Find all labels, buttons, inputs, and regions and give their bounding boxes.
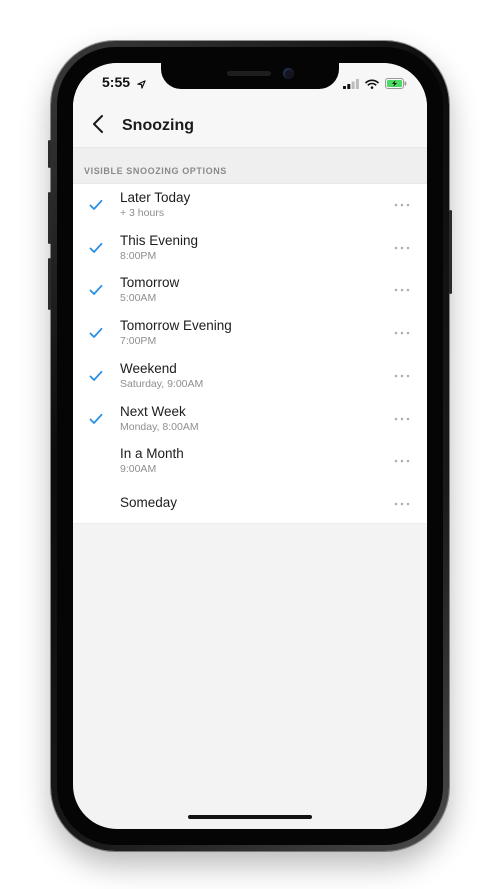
snooze-option-subtitle: 9:00AM — [120, 463, 157, 476]
snooze-option-title: Tomorrow Evening — [120, 318, 232, 334]
snooze-option-subtitle: + 3 hours — [120, 207, 165, 219]
more-options-icon[interactable] — [389, 326, 415, 340]
front-camera — [283, 68, 294, 79]
snooze-option-title: Tomorrow — [120, 275, 180, 291]
checkmark-icon — [89, 198, 103, 210]
volume-up-button — [48, 192, 51, 244]
status-icons — [343, 76, 407, 94]
home-indicator[interactable] — [188, 815, 312, 819]
power-button — [449, 210, 452, 294]
snooze-option-title: Next Week — [120, 403, 186, 419]
snooze-option-row[interactable]: Weekend Saturday, 9:00AM — [73, 355, 427, 398]
chevron-left-icon — [92, 114, 104, 139]
snooze-option-row[interactable]: Someday — [73, 483, 427, 526]
checkmark-icon — [89, 369, 103, 381]
section-header-label: VISIBLE SNOOZING OPTIONS — [84, 166, 227, 176]
section-header: VISIBLE SNOOZING OPTIONS — [73, 147, 427, 183]
snooze-option-subtitle: 7:00PM — [120, 335, 157, 348]
snooze-option-row[interactable]: Tomorrow Evening 7:00PM — [73, 312, 427, 355]
snooze-option-row[interactable]: Next Week Monday, 8:00AM — [73, 398, 427, 441]
more-options-icon[interactable] — [389, 198, 415, 212]
wifi-icon — [365, 76, 379, 94]
snooze-option-subtitle: 5:00AM — [120, 292, 157, 305]
snooze-option-subtitle: Saturday, 9:00AM — [120, 377, 204, 390]
more-options-icon[interactable] — [389, 497, 415, 511]
checkmark-icon — [89, 326, 103, 338]
more-options-icon[interactable] — [389, 412, 415, 426]
location-arrow-icon — [137, 76, 146, 94]
snooze-option-subtitle: Monday, 8:00AM — [120, 420, 199, 433]
more-options-icon[interactable] — [389, 454, 415, 468]
snooze-option-title: Later Today — [120, 190, 191, 205]
speaker-grille — [227, 71, 271, 76]
navigation-bar: Snoozing — [73, 107, 427, 147]
snooze-option-title: This Evening — [120, 232, 199, 248]
more-options-icon[interactable] — [389, 283, 415, 297]
snooze-option-row[interactable]: Tomorrow 5:00AM — [73, 269, 427, 312]
volume-down-button — [48, 258, 51, 310]
status-time: 5:55 — [102, 74, 131, 90]
snooze-option-title: Someday — [120, 494, 178, 510]
checkmark-icon — [89, 283, 103, 296]
battery-charging-icon — [385, 76, 407, 94]
notch — [161, 63, 339, 89]
cellular-signal-icon — [343, 76, 359, 94]
checkmark-icon — [89, 412, 103, 424]
snooze-option-row[interactable]: In a Month 9:00AM — [73, 440, 427, 483]
snooze-option-title: In a Month — [120, 446, 184, 462]
page-title: Snoozing — [122, 117, 194, 134]
silent-switch — [48, 140, 51, 168]
snooze-option-subtitle: 8:00PM — [120, 249, 157, 262]
snooze-option-row[interactable]: Later Today + 3 hours — [73, 184, 427, 227]
checkmark-icon — [89, 241, 103, 253]
back-button[interactable] — [85, 113, 111, 139]
more-options-icon[interactable] — [389, 241, 415, 255]
more-options-icon[interactable] — [389, 369, 415, 383]
snooze-option-row[interactable]: This Evening 8:00PM — [73, 227, 427, 270]
phone-screen: 5:55 Snoozing VISIBLE SNOOZING OPTIONS L… — [73, 63, 427, 829]
snooze-options-list: Later Today + 3 hours This Evening 8:00PM To… — [73, 183, 427, 524]
snooze-option-title: Weekend — [120, 360, 177, 376]
